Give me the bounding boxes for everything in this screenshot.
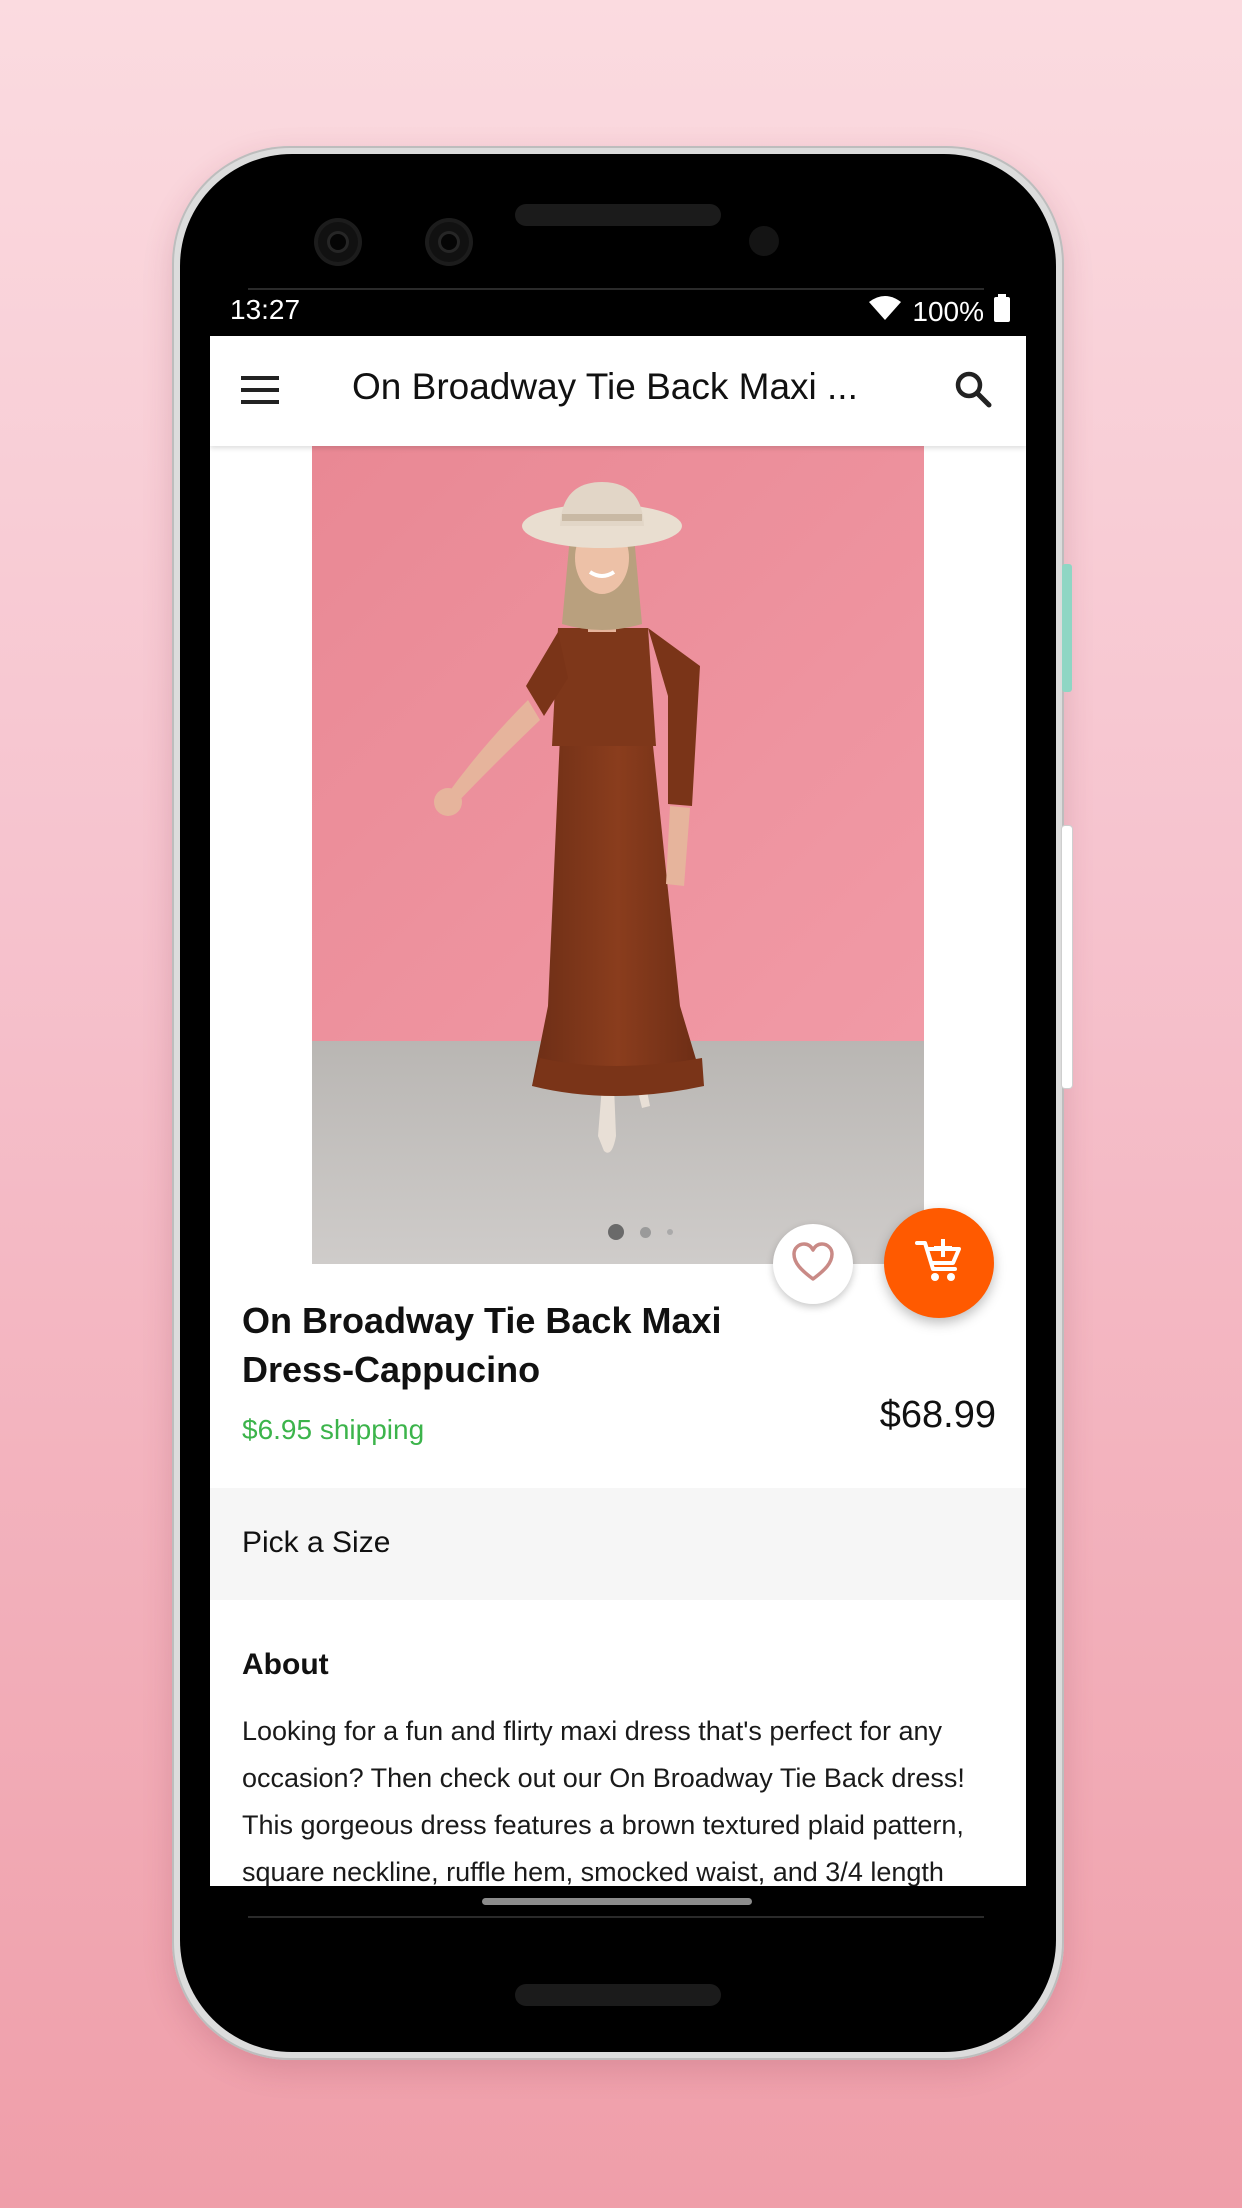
menu-button[interactable] — [238, 370, 282, 414]
battery-icon — [994, 294, 1010, 329]
earpiece-speaker — [515, 204, 721, 226]
top-app-bar: On Broadway Tie Back Maxi ... — [210, 336, 1026, 446]
wifi-icon — [868, 295, 902, 328]
hamburger-menu-icon — [241, 375, 279, 410]
product-price: $68.99 — [879, 1394, 996, 1436]
front-camera — [318, 222, 358, 262]
carousel-indicator — [608, 1224, 673, 1240]
status-time: 13:27 — [230, 294, 301, 325]
carousel-dot-active — [608, 1224, 624, 1240]
size-selector[interactable]: Pick a Size — [210, 1488, 1026, 1600]
side-button — [1062, 564, 1072, 692]
page-title: On Broadway Tie Back Maxi ... — [352, 366, 858, 407]
heart-outline-icon — [791, 1241, 835, 1287]
proximity-sensor — [749, 226, 779, 256]
front-camera — [429, 222, 469, 262]
product-image-carousel[interactable] — [210, 446, 1026, 1264]
app-screen: On Broadway Tie Back Maxi ... On Broadwa… — [210, 336, 1026, 1886]
side-button — [1062, 826, 1072, 1088]
size-selector-label: Pick a Size — [242, 1526, 391, 1559]
bezel-divider — [248, 1916, 984, 1918]
add-to-cart-icon — [915, 1237, 963, 1290]
status-bar: 13:27 100% — [210, 290, 1026, 336]
shipping-cost: $6.95 shipping — [242, 1414, 425, 1445]
favorite-button[interactable] — [773, 1224, 853, 1304]
about-heading: About — [242, 1648, 329, 1681]
search-button[interactable] — [948, 366, 998, 416]
status-indicators: 100% — [868, 294, 1010, 329]
home-indicator[interactable] — [482, 1898, 752, 1905]
bottom-speaker — [515, 1984, 721, 2006]
carousel-dot — [667, 1229, 673, 1235]
search-icon — [954, 370, 992, 413]
add-to-cart-button[interactable] — [884, 1208, 994, 1318]
product-photo[interactable] — [312, 446, 924, 1264]
battery-level: 100% — [912, 295, 984, 327]
product-name: On Broadway Tie Back Maxi Dress-Cappucin… — [242, 1300, 722, 1390]
about-description: Looking for a fun and flirty maxi dress … — [242, 1716, 965, 1886]
carousel-dot — [640, 1226, 651, 1238]
